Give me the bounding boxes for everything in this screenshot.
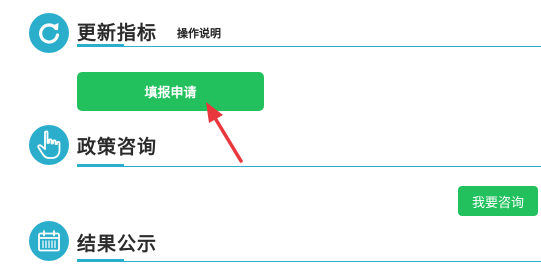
section-divider: [77, 166, 541, 167]
operation-guide-link[interactable]: 操作说明: [177, 25, 221, 41]
consult-button[interactable]: 我要咨询: [458, 186, 538, 216]
section-title-update-metrics: 更新指标: [77, 22, 158, 44]
title-underline-accent: [77, 44, 124, 47]
refresh-icon: [29, 13, 69, 53]
section-title-policy-consult: 政策咨询: [77, 136, 158, 158]
title-underline-accent: [77, 259, 124, 262]
red-arrow-annotation: [206, 102, 243, 163]
section-divider: [77, 261, 541, 262]
section-title-result-announcement: 结果公示: [77, 233, 158, 255]
pointing-hand-icon: [29, 125, 69, 165]
title-underline-accent: [77, 164, 124, 167]
calendar-icon: [29, 221, 69, 261]
section-divider: [77, 46, 541, 47]
